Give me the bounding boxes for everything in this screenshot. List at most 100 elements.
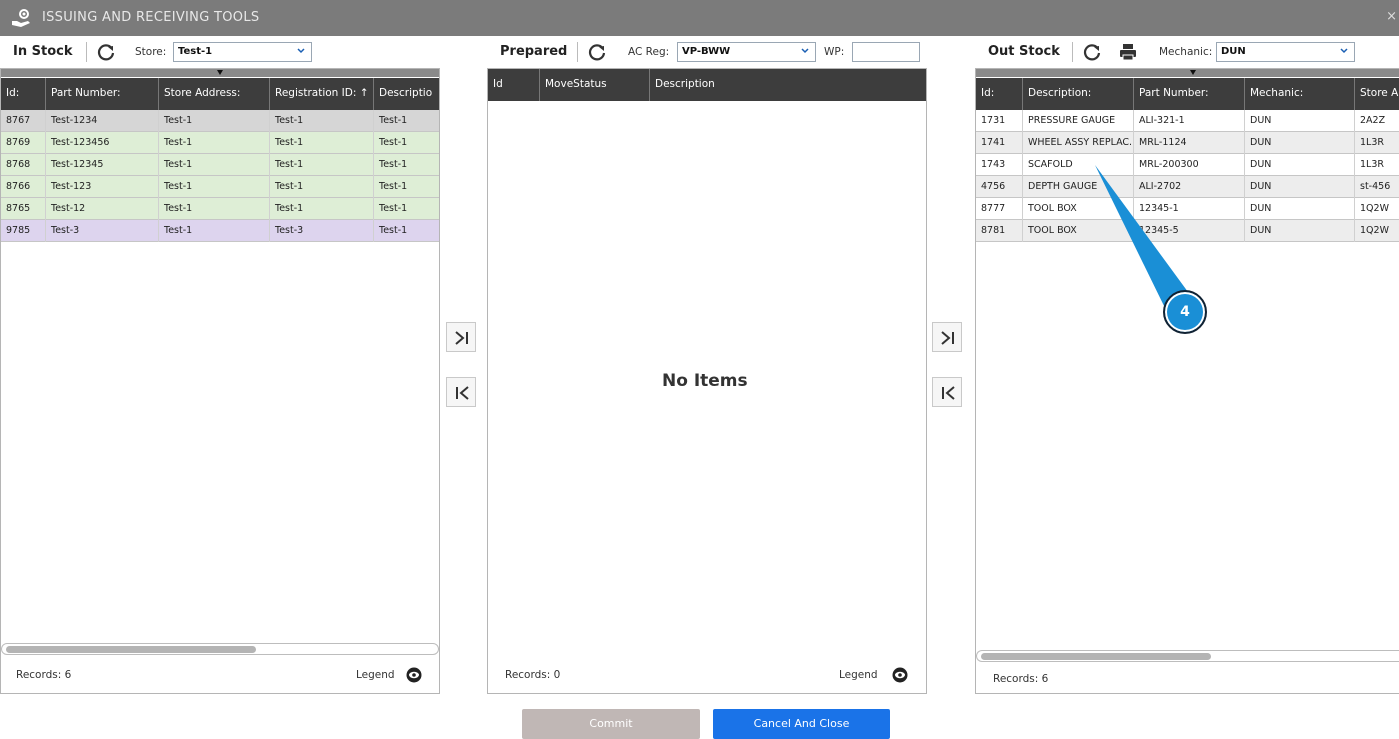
table-cell-description: WHEEL ASSY REPLAC... [1023, 132, 1134, 154]
printer-icon[interactable] [1118, 42, 1138, 62]
wp-input[interactable] [852, 42, 920, 62]
prepared-label: Prepared [500, 44, 568, 59]
table-cell-id: 8768 [1, 154, 46, 176]
table-cell-id: 8777 [976, 198, 1023, 220]
horizontal-scrollbar[interactable] [1, 643, 439, 655]
table-row[interactable]: 1731 PRESSURE GAUGE ALI-321-1 DUN 2A2Z [976, 110, 1399, 132]
scrollbar-thumb[interactable] [981, 653, 1211, 660]
table-cell-part-number: Test-12345 [46, 154, 159, 176]
column-header-move-status[interactable]: MoveStatus [540, 69, 650, 101]
table-cell-registration-id: Test-1 [270, 176, 374, 198]
store-select[interactable]: Test-1 [173, 42, 312, 62]
column-header-part-number[interactable]: Part Number: [46, 78, 159, 110]
column-header-description[interactable]: Description [650, 69, 926, 101]
table-cell-store: 2A2Z [1360, 115, 1386, 126]
table-row[interactable]: 1741 WHEEL ASSY REPLAC... MRL-1124 DUN 1L3R [976, 132, 1399, 154]
records-count: Records: 6 [993, 673, 1049, 685]
out-stock-toolbar: Out Stock Mechanic: DUN [975, 38, 1399, 66]
in-stock-panel: Id: Part Number: Store Address: Registra… [0, 68, 440, 694]
table-cell-part-number: Test-123 [46, 176, 159, 198]
table-cell-mechanic: DUN [1245, 154, 1355, 176]
move-back-to-prepared-button[interactable] [932, 377, 962, 407]
column-header-registration-id[interactable]: Registration ID: ↑ [270, 78, 374, 110]
table-cell-store-address: Test-1 [159, 154, 270, 176]
window-title: ISSUING AND RECEIVING TOOLS [42, 10, 260, 25]
wp-label: WP: [824, 46, 845, 58]
prepared-panel: Id MoveStatus Description No Items Recor… [487, 68, 927, 694]
table-cell-description: Test-1 [379, 181, 408, 192]
table-cell-part-number: Test-12 [46, 198, 159, 220]
table-cell-description: Test-1 [379, 115, 408, 126]
table-cell-id: 1731 [976, 110, 1023, 132]
close-window-button[interactable]: × [1386, 9, 1397, 24]
table-cell-store: 1Q2W [1360, 203, 1389, 214]
table-cell-id: 8781 [976, 220, 1023, 242]
move-to-prepared-button[interactable] [446, 322, 476, 352]
column-header-store[interactable]: Store A [1355, 78, 1399, 110]
move-to-out-stock-button[interactable] [932, 322, 962, 352]
out-stock-label: Out Stock [988, 44, 1060, 59]
column-header-id[interactable]: Id: [1, 78, 46, 110]
column-header-store-address[interactable]: Store Address: [159, 78, 270, 110]
store-select-value: Test-1 [178, 46, 213, 57]
commit-button[interactable]: Commit [522, 709, 700, 739]
column-header-part-number[interactable]: Part Number: [1134, 78, 1245, 110]
table-cell-registration-id: Test-1 [270, 132, 374, 154]
horizontal-scrollbar[interactable] [976, 650, 1399, 662]
table-cell-id: 8769 [1, 132, 46, 154]
table-cell-store: 1L3R [1360, 159, 1384, 170]
prepared-grid-header: Id MoveStatus Description [488, 69, 926, 101]
table-row[interactable]: 8769 Test-123456 Test-1 Test-1 Test-1 [1, 132, 439, 154]
refresh-icon[interactable] [587, 42, 607, 62]
table-row[interactable]: 8766 Test-123 Test-1 Test-1 Test-1 [1, 176, 439, 198]
move-right-icon [455, 331, 468, 345]
records-count: Records: 0 [505, 669, 561, 681]
table-cell-mechanic: DUN [1245, 198, 1355, 220]
table-cell-store: 1L3R [1360, 137, 1384, 148]
toolbar-divider [1072, 42, 1073, 62]
table-cell-store: st-456 [1360, 181, 1391, 192]
table-cell-store-address: Test-1 [159, 198, 270, 220]
eye-icon[interactable] [406, 667, 422, 683]
table-cell-description: Test-1 [379, 225, 408, 236]
window-titlebar: ISSUING AND RECEIVING TOOLS × [0, 0, 1399, 36]
table-cell-registration-id: Test-3 [270, 220, 374, 242]
chevron-down-icon [1340, 48, 1348, 54]
table-cell-id: 8766 [1, 176, 46, 198]
table-cell-part-number: Test-1234 [46, 110, 159, 132]
column-header-description[interactable]: Descriptio [374, 78, 439, 110]
table-cell-id: 8767 [1, 110, 46, 132]
move-to-in-stock-button[interactable] [446, 377, 476, 407]
column-header-mechanic[interactable]: Mechanic: [1245, 78, 1355, 110]
ac-reg-label: AC Reg: [628, 46, 670, 58]
table-cell-registration-id: Test-1 [270, 154, 374, 176]
refresh-icon[interactable] [96, 42, 116, 62]
table-row[interactable]: 9785 Test-3 Test-1 Test-3 Test-1 [1, 220, 439, 242]
scrollbar-thumb[interactable] [6, 646, 256, 653]
table-row[interactable]: 8765 Test-12 Test-1 Test-1 Test-1 [1, 198, 439, 220]
toolbar-divider [86, 42, 87, 62]
table-cell-mechanic: DUN [1245, 220, 1355, 242]
refresh-icon[interactable] [1082, 42, 1102, 62]
cancel-and-close-button[interactable]: Cancel And Close [713, 709, 890, 739]
column-header-id[interactable]: Id [488, 69, 540, 101]
eye-icon[interactable] [892, 667, 908, 683]
table-row[interactable]: 8768 Test-12345 Test-1 Test-1 Test-1 [1, 154, 439, 176]
sort-arrow-icon [1190, 70, 1196, 75]
table-cell-part-number: ALI-321-1 [1134, 110, 1245, 132]
table-cell-mechanic: DUN [1245, 132, 1355, 154]
table-cell-description: Test-1 [379, 203, 408, 214]
column-header-description[interactable]: Description: [1023, 78, 1134, 110]
mechanic-select[interactable]: DUN [1216, 42, 1355, 62]
table-cell-id: 8765 [1, 198, 46, 220]
store-label: Store: [135, 46, 167, 58]
table-row[interactable]: 8767 Test-1234 Test-1 Test-1 Test-1 [1, 110, 439, 132]
table-cell-mechanic: DUN [1245, 176, 1355, 198]
column-header-id[interactable]: Id: [976, 78, 1023, 110]
table-cell-store-address: Test-1 [159, 132, 270, 154]
table-cell-store-address: Test-1 [159, 110, 270, 132]
move-left-icon [942, 386, 955, 400]
ac-reg-select[interactable]: VP-BWW [677, 42, 816, 62]
sort-indicator-bar [976, 69, 1399, 77]
chevron-down-icon [801, 48, 809, 54]
